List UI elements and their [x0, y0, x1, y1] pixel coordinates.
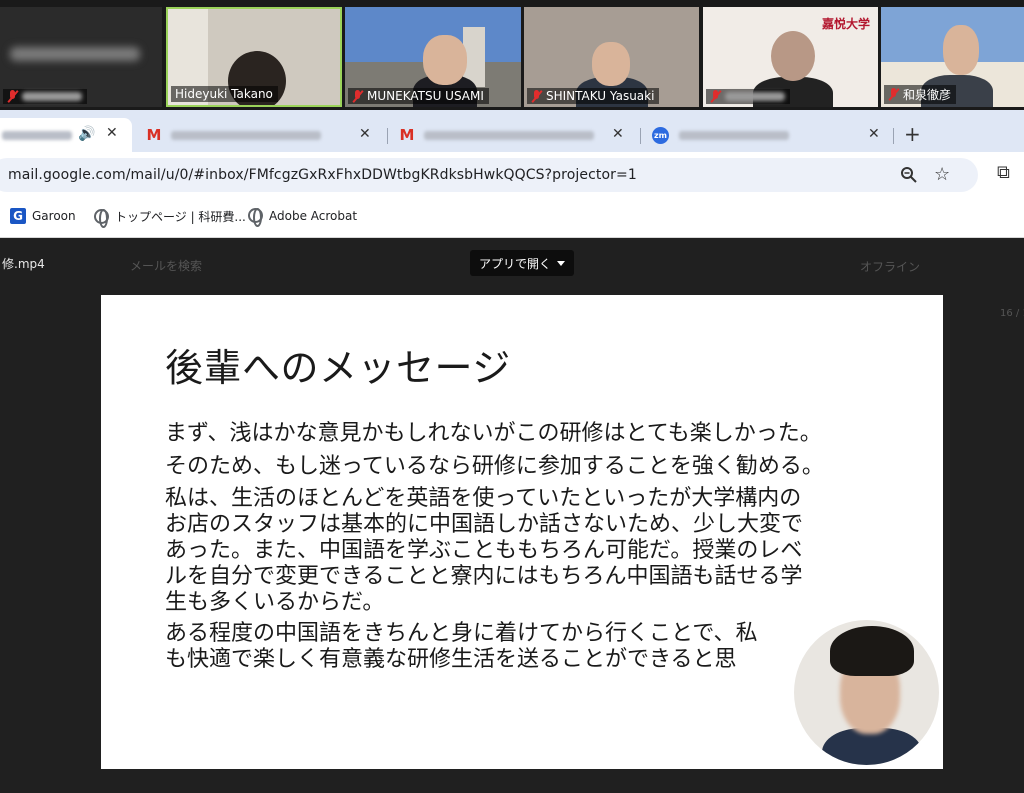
slide-line: ルを自分で変更できることと寮内にはもちろん中国語も話せる学	[165, 564, 803, 589]
mic-muted-icon	[710, 90, 721, 103]
bookmark-label: Adobe Acrobat	[269, 208, 358, 223]
omnibox[interactable]: mail.google.com/mail/u/0/#inbox/FMfcgzGx…	[0, 158, 978, 192]
tab-separator	[640, 128, 641, 144]
slide-paragraph-3: 私は、生活のほとんどを英語を使っていたといったが大学構内の お店のスタッフは基本…	[165, 486, 905, 616]
participant-name: SHINTAKU Yasuaki	[546, 89, 655, 103]
participant-tile-1[interactable]	[0, 7, 162, 107]
participant-tile-2[interactable]: Hideyuki Takano	[166, 7, 342, 107]
slide-line: お店のスタッフは基本的に中国語しか話さないため、少し大変で	[165, 512, 804, 537]
slide-line: 生も多くいるからだ。	[165, 590, 385, 615]
mic-muted-icon	[352, 89, 363, 103]
participant-nameplate	[706, 89, 790, 104]
url-text[interactable]: mail.google.com/mail/u/0/#inbox/FMfcgzGx…	[8, 167, 637, 183]
blurred-participant-name	[22, 92, 82, 101]
globe-icon	[248, 208, 263, 227]
screen: Hideyuki Takano MUNEKATSU USAMI SHINTAKU…	[0, 0, 1024, 793]
participant-tile-6[interactable]: 和泉徹彦	[881, 7, 1024, 107]
participant-tile-5[interactable]: 嘉悦大学	[703, 7, 878, 107]
browser-tab-strip: 🔊 ✕ M ✕ M ✕ zm ✕ +	[0, 110, 1024, 152]
slide-paragraph-2: そのため、もし迷っているなら研修に参加することを強く勧める。	[165, 453, 905, 481]
presenter-video-bubble[interactable]	[794, 620, 939, 765]
extensions-icon[interactable]: ⧉	[997, 162, 1010, 183]
speaker-icon[interactable]: 🔊	[78, 126, 95, 142]
presenter-hair	[830, 626, 914, 676]
bookmark-star-icon[interactable]: ☆	[934, 164, 950, 185]
slide-paragraph-4: ある程度の中国語をきちんと身に着けてから行くことで、私 も快適で楽しく有意義な研…	[165, 621, 905, 673]
blurred-tab-title	[2, 130, 72, 140]
blurred-tab-title	[679, 130, 789, 140]
faint-offline-status: オフライン	[860, 260, 921, 274]
open-with-app-label: アプリで開く	[479, 256, 552, 271]
bookmark-label: Garoon	[32, 209, 76, 223]
participant-nameplate: SHINTAKU Yasuaki	[527, 88, 660, 104]
participant-nameplate: Hideyuki Takano	[171, 86, 278, 102]
slide-line: も快適で楽しく有意義な研修生活を送ることができると思	[165, 647, 737, 672]
tab-gmail-2[interactable]: M ✕	[398, 118, 630, 152]
bookmark-kakenhi[interactable]: トップページ | 科研費...	[94, 208, 246, 228]
tab-close-icon[interactable]: ✕	[359, 126, 371, 142]
blurred-name-overlay	[10, 47, 140, 61]
mic-muted-icon	[531, 89, 542, 103]
participant-nameplate: 和泉徹彦	[884, 85, 957, 104]
participant-name: MUNEKATSU USAMI	[367, 89, 484, 103]
zoom-icon: zm	[652, 126, 669, 144]
tab-separator	[893, 128, 894, 144]
participant-nameplate: MUNEKATSU USAMI	[348, 88, 489, 104]
slide-line: ある程度の中国語をきちんと身に着けてから行くことで、私	[165, 621, 758, 646]
tab-separator	[387, 128, 388, 144]
tab-gmail-1[interactable]: M ✕	[145, 118, 377, 152]
bookmark-adobe-acrobat[interactable]: Adobe Acrobat	[248, 208, 358, 227]
tab-zoom[interactable]: zm ✕	[652, 118, 888, 152]
participant-tile-4[interactable]: SHINTAKU Yasuaki	[524, 7, 699, 107]
faint-search-placeholder: メールを検索	[130, 259, 203, 273]
gmail-icon: M	[146, 126, 162, 144]
new-tab-icon[interactable]: +	[904, 122, 921, 146]
open-with-app-button[interactable]: アプリで開く	[470, 250, 575, 276]
participant-nameplate	[3, 89, 87, 104]
globe-icon	[94, 209, 109, 228]
attachment-filename: 修.mp4	[2, 257, 45, 271]
slide-line: そのため、もし迷っているなら研修に参加することを強く勧める。	[165, 454, 824, 479]
slide-paragraph-1: まず、浅はかな意見かもしれないがこの研修はとても楽しかった。	[165, 420, 905, 448]
mic-muted-icon	[888, 88, 899, 101]
chevron-down-icon	[557, 260, 566, 266]
gmail-icon: M	[399, 126, 415, 144]
blurred-tab-title	[424, 130, 594, 140]
participant-face	[592, 42, 630, 86]
participant-face	[943, 25, 979, 75]
slide-line: あった。また、中国語を学ぶことももちろん可能だ。授業のレベ	[165, 538, 803, 563]
slide-body: まず、浅はかな意見かもしれないがこの研修はとても楽しかった。 そのため、もし迷っ…	[165, 420, 905, 678]
tab-close-icon[interactable]: ✕	[612, 126, 624, 142]
blurred-participant-name	[725, 92, 785, 101]
blurred-tab-title	[171, 130, 321, 140]
tab-close-icon[interactable]: ✕	[106, 125, 118, 141]
tab-close-icon[interactable]: ✕	[868, 126, 880, 142]
slide-line: 私は、生活のほとんどを英語を使っていたといったが大学構内の	[165, 486, 802, 511]
slide-line: まず、浅はかな意見かもしれないがこの研修はとても楽しかった。	[165, 421, 822, 446]
participant-name: 和泉徹彦	[903, 88, 952, 102]
participant-name: Hideyuki Takano	[175, 87, 273, 101]
participant-tile-3[interactable]: MUNEKATSU USAMI	[345, 7, 521, 107]
bookmark-garoon[interactable]: G Garoon	[10, 208, 76, 224]
garoon-icon: G	[10, 208, 26, 224]
university-logo-text: 嘉悦大学	[821, 17, 870, 31]
participant-face	[771, 31, 815, 81]
bookmark-label: トップページ | 科研費...	[115, 210, 246, 224]
zoom-gallery-strip: Hideyuki Takano MUNEKATSU USAMI SHINTAKU…	[0, 0, 1024, 110]
tab-active-video[interactable]: 🔊 ✕	[0, 118, 132, 152]
slide-title: 後輩へのメッセージ	[165, 346, 511, 390]
zoom-magnifier-icon[interactable]	[900, 166, 918, 184]
participant-face	[423, 35, 467, 85]
bookmarks-bar: G Garoon トップページ | 科研費... Adobe Acrobat	[0, 198, 1024, 238]
faint-page-counter: 16 / 1	[1000, 308, 1024, 319]
mic-muted-icon	[7, 90, 18, 103]
address-bar-row: mail.google.com/mail/u/0/#inbox/FMfcgzGx…	[0, 152, 1024, 198]
